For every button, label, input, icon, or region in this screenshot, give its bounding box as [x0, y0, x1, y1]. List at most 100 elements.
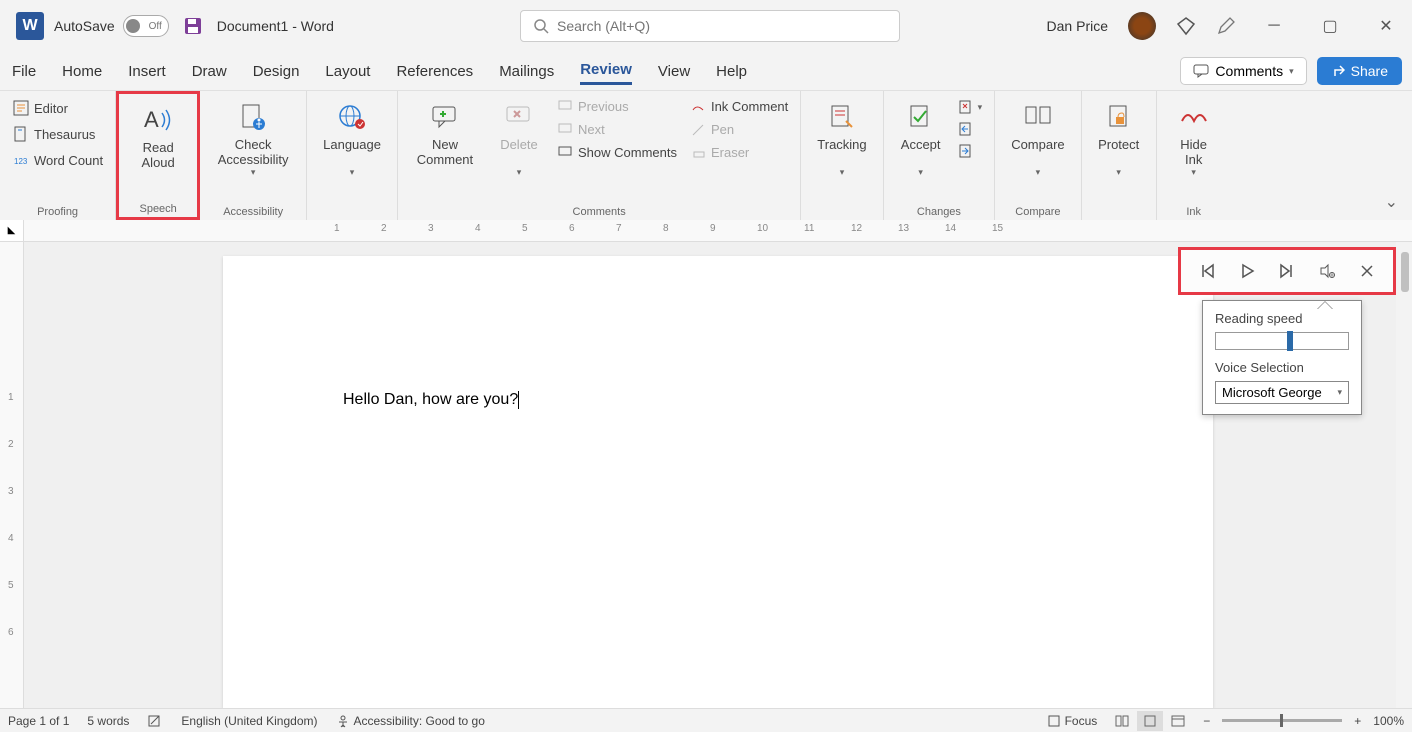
close-button[interactable]: ✕	[1368, 8, 1404, 44]
next-icon	[558, 123, 574, 137]
web-layout-button[interactable]	[1165, 711, 1191, 731]
search-input[interactable]	[557, 18, 887, 34]
ink-comment-button[interactable]: Ink Comment	[687, 97, 792, 116]
next-comment-button: Next	[554, 120, 681, 139]
read-aloud-previous-button[interactable]	[1196, 260, 1218, 282]
status-page[interactable]: Page 1 of 1	[8, 714, 69, 728]
ruler-corner[interactable]: ◣	[0, 220, 24, 241]
autosave-toggle[interactable]: Off	[123, 15, 169, 37]
tab-file[interactable]: File	[12, 59, 36, 84]
status-language[interactable]: English (United Kingdom)	[181, 714, 317, 728]
maximize-button[interactable]: ▢	[1312, 8, 1348, 44]
ribbon: Editor Thesaurus 123Word Count Proofing …	[0, 90, 1412, 220]
read-aloud-next-button[interactable]	[1276, 260, 1298, 282]
status-words[interactable]: 5 words	[87, 714, 129, 728]
zoom-percentage[interactable]: 100%	[1373, 714, 1404, 728]
editor-button[interactable]: Editor	[8, 97, 107, 119]
read-aloud-play-button[interactable]	[1236, 260, 1258, 282]
delete-icon	[501, 101, 537, 133]
show-comments-icon	[558, 146, 574, 160]
zoom-slider[interactable]	[1222, 719, 1342, 722]
accessibility-icon	[235, 101, 271, 133]
previous-change-button[interactable]	[954, 119, 987, 139]
group-speech: A Read Aloud Speech	[116, 91, 200, 220]
compare-button[interactable]: Compare▾	[1003, 97, 1072, 182]
thesaurus-button[interactable]: Thesaurus	[8, 123, 107, 145]
language-button[interactable]: Language▾	[315, 97, 389, 182]
comments-button[interactable]: Comments ▾	[1180, 57, 1306, 85]
reading-speed-slider[interactable]	[1215, 332, 1349, 350]
read-mode-button[interactable]	[1109, 711, 1135, 731]
protect-icon	[1101, 101, 1137, 133]
read-aloud-button[interactable]: A Read Aloud	[127, 100, 189, 174]
delete-comment-button: Delete▾	[490, 97, 548, 182]
print-layout-button[interactable]	[1137, 711, 1163, 731]
read-aloud-settings-button[interactable]	[1316, 260, 1338, 282]
vertical-scrollbar[interactable]	[1396, 242, 1412, 708]
ink-icon	[691, 100, 707, 114]
focus-button[interactable]: Focus	[1047, 714, 1098, 728]
share-button[interactable]: Share	[1317, 57, 1402, 85]
user-name: Dan Price	[1047, 18, 1108, 34]
minimize-button[interactable]: ─	[1256, 8, 1292, 44]
search-box[interactable]	[520, 10, 900, 42]
tab-mailings[interactable]: Mailings	[499, 59, 554, 84]
zoom-out-button[interactable]: −	[1203, 714, 1210, 728]
tab-help[interactable]: Help	[716, 59, 747, 84]
document-body-text[interactable]: Hello Dan, how are you?	[343, 391, 518, 408]
document-title: Document1 - Word	[217, 18, 334, 34]
next-change-button[interactable]	[954, 141, 987, 161]
thesaurus-icon	[12, 125, 30, 143]
tab-layout[interactable]: Layout	[325, 59, 370, 84]
group-changes: Accept▾ ▾ Changes	[884, 91, 996, 220]
word-count-button[interactable]: 123Word Count	[8, 149, 107, 171]
svg-text:123: 123	[14, 157, 28, 166]
accept-button[interactable]: Accept▾	[892, 97, 950, 182]
voice-selection-dropdown[interactable]: Microsoft George▾	[1215, 381, 1349, 404]
eraser-icon	[691, 146, 707, 160]
check-accessibility-button[interactable]: Check Accessibility▾	[208, 97, 298, 182]
reject-button[interactable]: ▾	[954, 97, 987, 117]
voice-selection-label: Voice Selection	[1215, 360, 1349, 375]
read-aloud-toolbar	[1178, 247, 1396, 295]
protect-button[interactable]: Protect▾	[1090, 97, 1148, 182]
tracking-button[interactable]: Tracking▾	[809, 97, 874, 182]
ink-icon	[1176, 101, 1212, 133]
tab-references[interactable]: References	[396, 59, 473, 84]
pencil-icon[interactable]	[1216, 16, 1236, 36]
user-avatar[interactable]	[1128, 12, 1156, 40]
word-app-icon: W	[16, 12, 44, 40]
tab-home[interactable]: Home	[62, 59, 102, 84]
read-aloud-settings-popup: Reading speed Voice Selection Microsoft …	[1202, 300, 1362, 415]
tab-design[interactable]: Design	[253, 59, 300, 84]
zoom-in-button[interactable]: +	[1354, 714, 1361, 728]
comment-icon	[1193, 64, 1209, 78]
tab-insert[interactable]: Insert	[128, 59, 166, 84]
hide-ink-button[interactable]: Hide Ink▾	[1165, 97, 1223, 182]
tab-view[interactable]: View	[658, 59, 690, 84]
editor-icon	[12, 99, 30, 117]
show-comments-button[interactable]: Show Comments	[554, 143, 681, 162]
collapse-ribbon-button[interactable]: ⌄	[1385, 192, 1398, 212]
spell-check-icon[interactable]	[147, 714, 163, 728]
group-accessibility: Check Accessibility▾ Accessibility	[200, 91, 307, 220]
read-aloud-close-button[interactable]	[1356, 260, 1378, 282]
reading-speed-label: Reading speed	[1215, 311, 1349, 326]
new-comment-button[interactable]: New Comment	[406, 97, 484, 171]
document-page[interactable]: Hello Dan, how are you?	[223, 256, 1213, 708]
share-icon	[1331, 64, 1345, 78]
tab-draw[interactable]: Draw	[192, 59, 227, 84]
next-change-icon	[958, 143, 974, 159]
previous-comment-button: Previous	[554, 97, 681, 116]
prev-change-icon	[958, 121, 974, 137]
group-comments: New Comment Delete▾ Previous Next Show C…	[398, 91, 801, 220]
new-comment-icon	[427, 101, 463, 133]
status-bar: Page 1 of 1 5 words English (United King…	[0, 708, 1412, 732]
reject-icon	[958, 99, 974, 115]
save-icon[interactable]	[181, 14, 205, 38]
tab-review[interactable]: Review	[580, 57, 632, 85]
group-compare: Compare▾ Compare	[995, 91, 1081, 220]
search-icon	[533, 18, 549, 34]
diamond-icon[interactable]	[1176, 16, 1196, 36]
accessibility-status[interactable]: Accessibility: Good to go	[336, 714, 485, 728]
